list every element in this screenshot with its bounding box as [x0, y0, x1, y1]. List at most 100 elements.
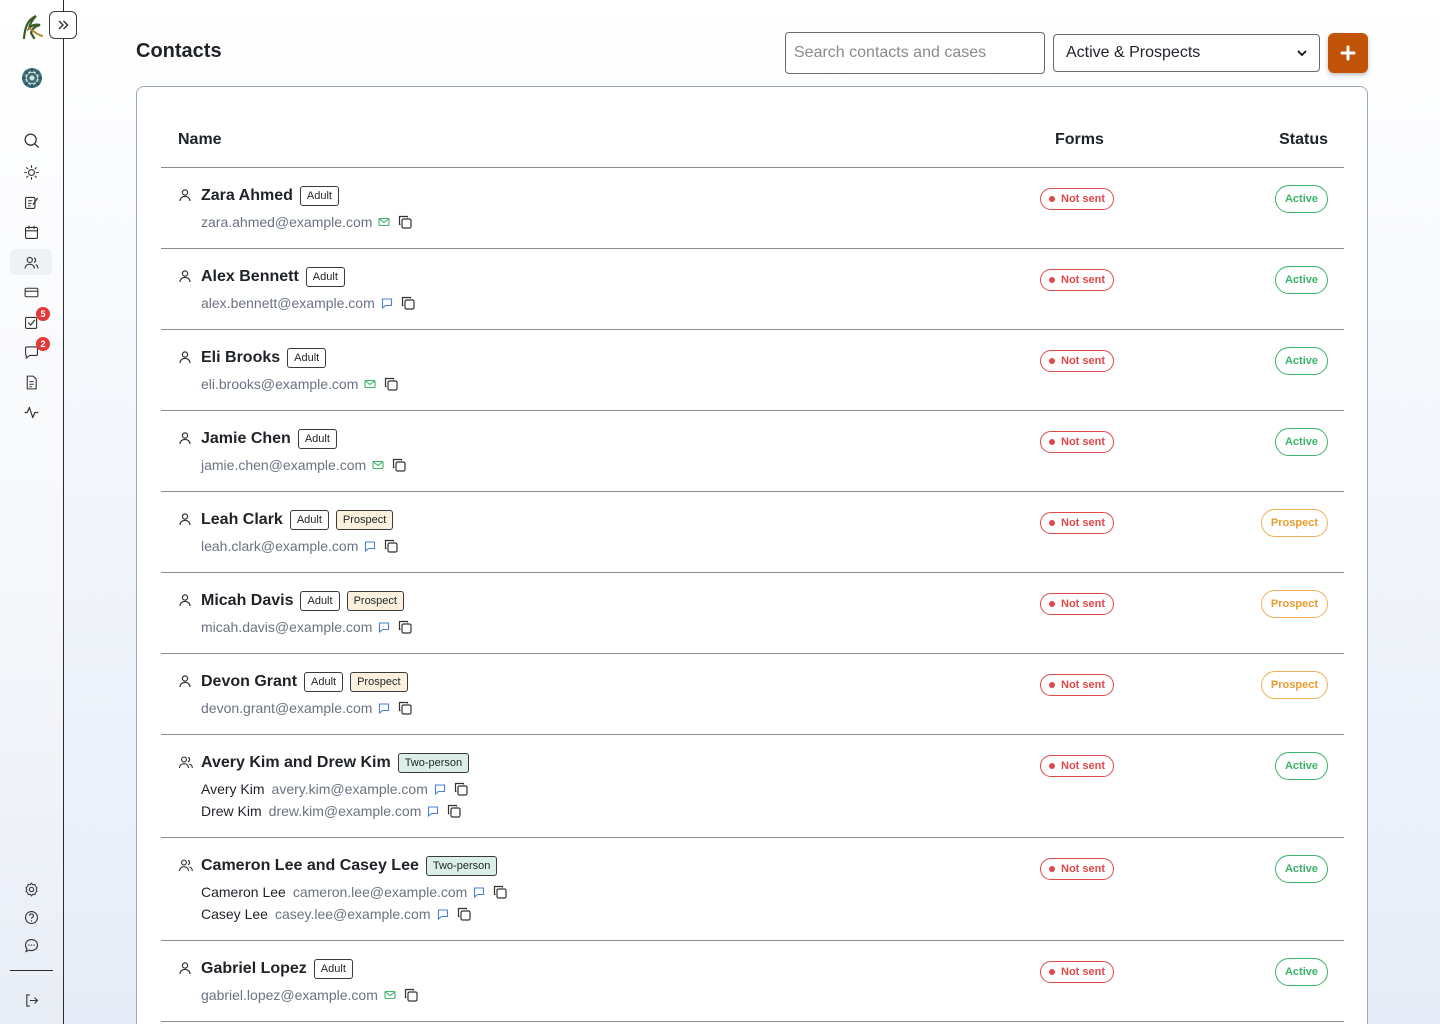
copy-icon[interactable]	[400, 295, 416, 311]
contact-email[interactable]: devon.grant@example.com	[201, 700, 372, 716]
contact-email[interactable]: jamie.chen@example.com	[201, 457, 366, 473]
contact-name[interactable]: Zara Ahmed	[201, 187, 293, 205]
status-dot	[1049, 969, 1055, 975]
nav-logout[interactable]	[10, 987, 52, 1013]
contact-name[interactable]: Avery Kim and Drew Kim	[201, 754, 391, 772]
nav-messages[interactable]: 2	[10, 337, 52, 365]
table-row[interactable]: Gabriel Lopez Adult gabriel.lopez@example.…	[161, 941, 1344, 1022]
copy-icon[interactable]	[383, 538, 399, 554]
forms-status-badge[interactable]: Not sent	[1040, 858, 1114, 880]
column-header-status[interactable]: Status	[1279, 131, 1328, 149]
message-icon[interactable]	[364, 540, 376, 552]
column-header-forms[interactable]: Forms	[1055, 131, 1104, 149]
contact-name[interactable]: Jamie Chen	[201, 430, 291, 448]
copy-icon[interactable]	[383, 376, 399, 392]
contact-email[interactable]: avery.kim@example.com	[272, 781, 428, 797]
contact-name[interactable]: Alex Bennett	[201, 268, 299, 286]
status-badge[interactable]: Active	[1274, 855, 1328, 883]
expand-sidebar-button[interactable]	[49, 11, 77, 39]
status-badge[interactable]: Active	[1274, 347, 1328, 375]
message-icon[interactable]	[381, 297, 393, 309]
status-badge[interactable]: Prospect	[1260, 671, 1328, 699]
forms-status-badge[interactable]: Not sent	[1040, 512, 1114, 534]
status-badge[interactable]: Active	[1274, 752, 1328, 780]
nav-settings[interactable]	[10, 876, 52, 902]
contact-email[interactable]: leah.clark@example.com	[201, 538, 358, 554]
nav-notes[interactable]	[10, 189, 52, 215]
mail-icon[interactable]	[384, 989, 396, 1001]
contact-name[interactable]: Micah Davis	[201, 592, 293, 610]
message-icon[interactable]	[473, 886, 485, 898]
table-row[interactable]: Cameron Lee and Casey Lee Two-person Camer…	[161, 838, 1344, 941]
status-badge[interactable]: Prospect	[1260, 509, 1328, 537]
add-contact-button[interactable]	[1328, 33, 1368, 73]
copy-icon[interactable]	[391, 457, 407, 473]
table-row[interactable]: Devon Grant Adult Prospect devon.grant@exam…	[161, 654, 1344, 735]
contact-email[interactable]: cameron.lee@example.com	[293, 884, 468, 900]
contact-name[interactable]: Gabriel Lopez	[201, 960, 307, 978]
copy-icon[interactable]	[492, 884, 508, 900]
app-logo[interactable]	[18, 12, 46, 40]
forms-status-badge[interactable]: Not sent	[1040, 593, 1114, 615]
contact-email[interactable]: drew.kim@example.com	[269, 803, 422, 819]
table-row[interactable]: Micah Davis Adult Prospect micah.davis@exam…	[161, 573, 1344, 654]
nav-tasks[interactable]: 5	[10, 307, 52, 335]
copy-icon[interactable]	[397, 700, 413, 716]
forms-status-badge[interactable]: Not sent	[1040, 674, 1114, 696]
nav-activity[interactable]	[10, 399, 52, 425]
contact-email[interactable]: casey.lee@example.com	[275, 906, 431, 922]
nav-today[interactable]	[10, 159, 52, 185]
status-badge[interactable]: Active	[1274, 185, 1328, 213]
search-input[interactable]	[785, 32, 1045, 74]
copy-icon[interactable]	[403, 987, 419, 1003]
table-row[interactable]: Jamie Chen Adult jamie.chen@example.com Not…	[161, 411, 1344, 492]
organization-icon[interactable]	[20, 66, 44, 90]
status-badge[interactable]: Active	[1274, 428, 1328, 456]
contact-email[interactable]: zara.ahmed@example.com	[201, 214, 372, 230]
nav-search[interactable]	[10, 127, 52, 153]
nav-calendar[interactable]	[10, 219, 52, 245]
forms-status-badge[interactable]: Not sent	[1040, 961, 1114, 983]
nav-documents[interactable]	[10, 369, 52, 395]
message-icon[interactable]	[378, 702, 390, 714]
copy-icon[interactable]	[397, 619, 413, 635]
mail-icon[interactable]	[372, 459, 384, 471]
forms-status-badge[interactable]: Not sent	[1040, 350, 1114, 372]
status-badge[interactable]: Prospect	[1260, 590, 1328, 618]
contact-email[interactable]: gabriel.lopez@example.com	[201, 987, 378, 1003]
column-header-name[interactable]: Name	[178, 131, 222, 149]
table-row[interactable]: Alex Bennett Adult alex.bennett@example.co…	[161, 249, 1344, 330]
message-icon[interactable]	[427, 805, 439, 817]
message-icon[interactable]	[434, 783, 446, 795]
copy-icon[interactable]	[453, 781, 469, 797]
status-filter-select[interactable]: Active & Prospects	[1053, 34, 1320, 72]
forms-status-badge[interactable]: Not sent	[1040, 431, 1114, 453]
table-row[interactable]: Leah Clark Adult Prospect leah.clark@exampl…	[161, 492, 1344, 573]
contact-name[interactable]: Cameron Lee and Casey Lee	[201, 857, 419, 875]
forms-status-badge[interactable]: Not sent	[1040, 755, 1114, 777]
nav-billing[interactable]	[10, 279, 52, 305]
mail-icon[interactable]	[364, 378, 376, 390]
nav-help[interactable]	[10, 904, 52, 930]
table-row[interactable]: Avery Kim and Drew Kim Two-person Avery Ki…	[161, 735, 1344, 838]
table-row[interactable]: Eli Brooks Adult eli.brooks@example.com Not…	[161, 330, 1344, 411]
copy-icon[interactable]	[397, 214, 413, 230]
mail-icon[interactable]	[378, 216, 390, 228]
contact-name[interactable]: Devon Grant	[201, 673, 297, 691]
copy-icon[interactable]	[456, 906, 472, 922]
forms-status-badge[interactable]: Not sent	[1040, 269, 1114, 291]
status-badge[interactable]: Active	[1274, 266, 1328, 294]
contact-email[interactable]: micah.davis@example.com	[201, 619, 372, 635]
contact-name[interactable]: Leah Clark	[201, 511, 283, 529]
contact-email[interactable]: alex.bennett@example.com	[201, 295, 375, 311]
forms-status-badge[interactable]: Not sent	[1040, 188, 1114, 210]
nav-feedback[interactable]	[10, 932, 52, 958]
contact-name[interactable]: Eli Brooks	[201, 349, 280, 367]
message-icon[interactable]	[378, 621, 390, 633]
status-badge[interactable]: Active	[1274, 958, 1328, 986]
nav-contacts[interactable]	[10, 249, 52, 275]
contact-email[interactable]: eli.brooks@example.com	[201, 376, 358, 392]
message-icon[interactable]	[437, 908, 449, 920]
table-row[interactable]: Zara Ahmed Adult zara.ahmed@example.com Not…	[161, 168, 1344, 249]
copy-icon[interactable]	[446, 803, 462, 819]
